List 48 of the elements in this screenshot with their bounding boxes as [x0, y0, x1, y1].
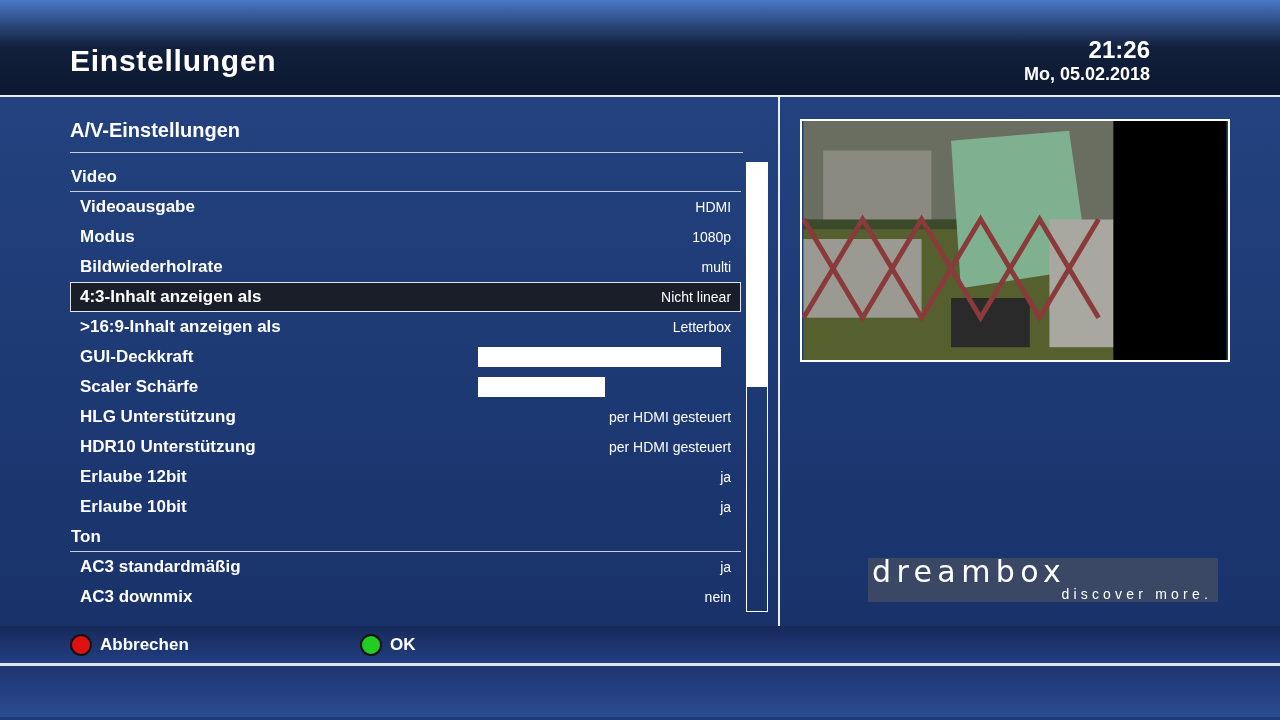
setting-value: ja: [720, 497, 732, 517]
logo-slogan: discover more.: [1061, 586, 1212, 602]
setting-value: per HDMI gesteuert: [608, 437, 732, 457]
clock-time: 21:26: [1088, 37, 1150, 63]
setting-label: GUI-Deckkraft: [80, 346, 194, 369]
setting-label: Modus: [80, 226, 135, 249]
setting-label: Erlaube 12bit: [80, 466, 187, 489]
setting-label: HDR10 Unterstützung: [80, 436, 256, 459]
scrollbar[interactable]: [746, 162, 768, 612]
settings-row[interactable]: Videoausgabe HDMI: [70, 192, 742, 222]
setting-value: ja: [720, 557, 732, 577]
setting-label: Videoausgabe: [80, 196, 195, 219]
setting-value: HDMI: [695, 197, 732, 217]
settings-row[interactable]: HLG Unterstützung per HDMI gesteuert: [70, 402, 742, 432]
setting-value: 1080p: [692, 227, 732, 247]
date-text: Mo, 05.02.2018: [1023, 63, 1150, 85]
settings-row[interactable]: HDR10 Unterstützung per HDMI gesteuert: [70, 432, 742, 462]
setting-value: per HDMI gesteuert: [608, 407, 732, 427]
settings-row[interactable]: AC3 downmix nein: [70, 582, 742, 612]
section-header: Video: [71, 165, 117, 188]
key-label[interactable]: OK: [390, 631, 416, 658]
setting-label: Bildwiederholrate: [80, 256, 223, 279]
setting-value: multi: [701, 257, 732, 277]
settings-row[interactable]: Erlaube 10bit ja: [70, 492, 742, 522]
setting-value: Nicht linear: [661, 287, 732, 307]
section-header: Ton: [71, 525, 101, 548]
key-label[interactable]: Abbrechen: [100, 631, 189, 658]
setting-label: Scaler Schärfe: [80, 376, 199, 399]
setting-label: Erlaube 10bit: [80, 496, 187, 519]
setting-value: ja: [720, 467, 732, 487]
settings-row[interactable]: Modus 1080p: [70, 222, 742, 252]
settings-row[interactable]: AC3 standardmäßig ja: [70, 552, 742, 582]
settings-row[interactable]: GUI-Deckkraft: [70, 342, 742, 372]
settings-row[interactable]: 4:3-Inhalt anzeigen als Nicht linear: [70, 282, 742, 312]
settings-row[interactable]: Bildwiederholrate multi: [70, 252, 742, 282]
settings-row[interactable]: Scaler Schärfe: [70, 372, 742, 402]
setting-label: 4:3-Inhalt anzeigen als: [80, 286, 262, 309]
settings-row[interactable]: >16:9-Inhalt anzeigen als Letterbox: [70, 312, 742, 342]
page-title: Einstellungen: [70, 43, 277, 79]
setting-label: AC3 downmix: [80, 586, 193, 609]
setting-value: nein: [704, 587, 732, 607]
setting-label: AC3 standardmäßig: [80, 556, 241, 579]
setting-label: >16:9-Inhalt anzeigen als: [80, 316, 281, 339]
setting-value: Letterbox: [672, 317, 732, 337]
logo-wordmark: dreambox: [871, 558, 1067, 586]
screen-title: A/V-Einstellungen: [70, 115, 743, 153]
settings-row[interactable]: Erlaube 12bit ja: [70, 462, 742, 492]
setting-label: HLG Unterstützung: [80, 406, 236, 429]
